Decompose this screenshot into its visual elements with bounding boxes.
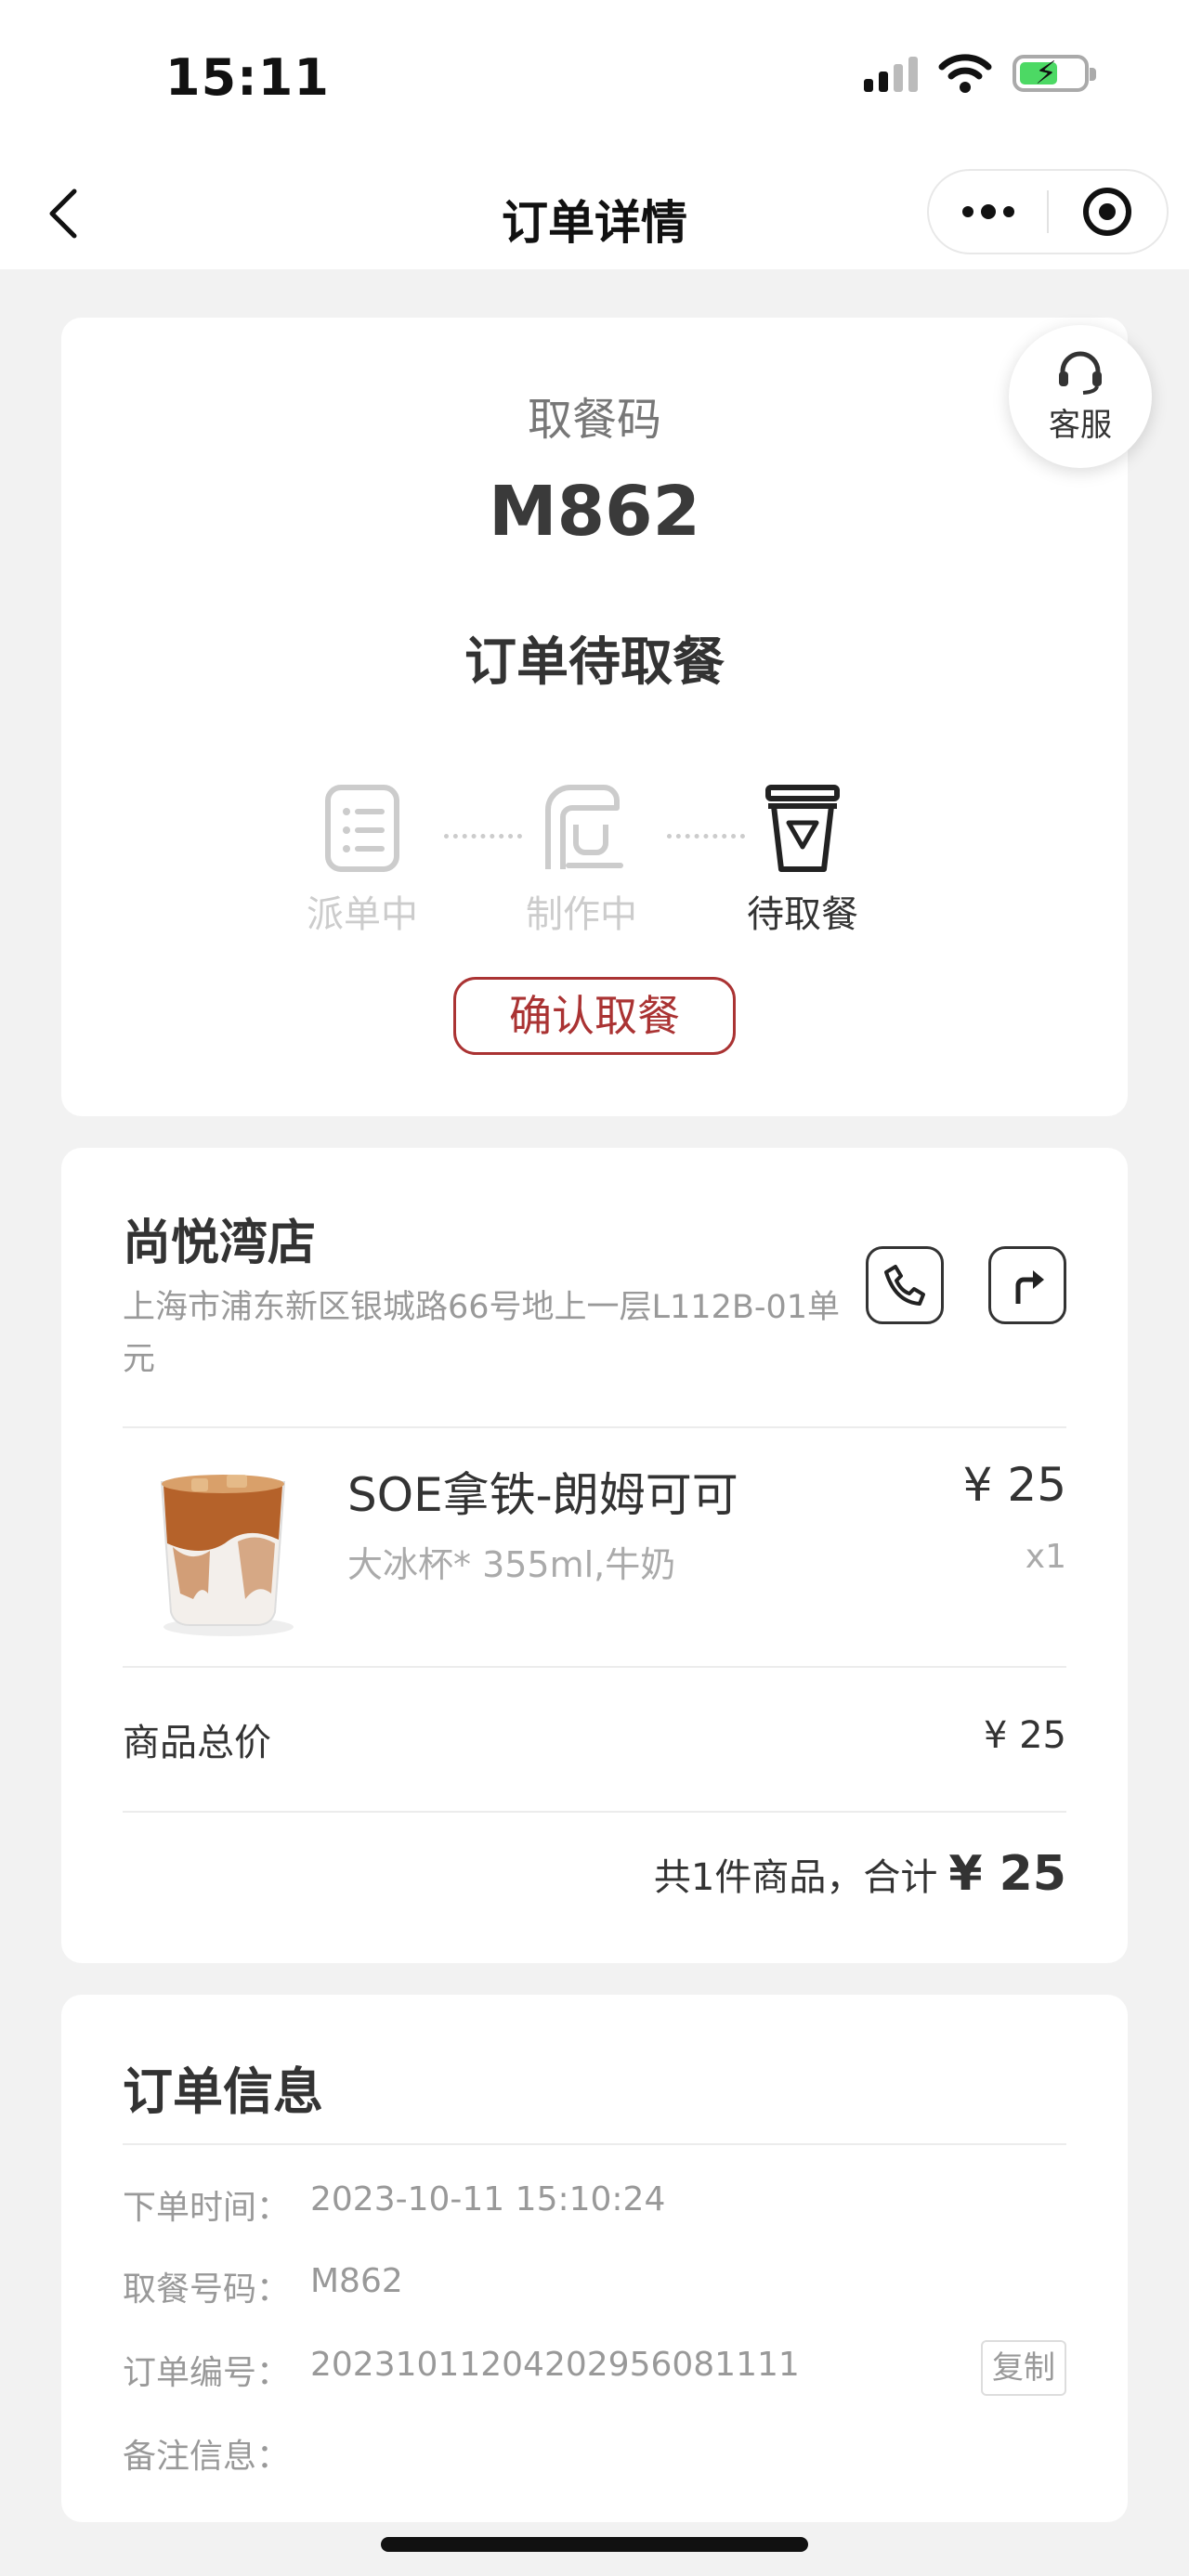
subtotal-label: 商品总价 — [123, 1722, 271, 1764]
navigate-button[interactable] — [988, 1246, 1066, 1324]
home-indicator — [381, 2537, 808, 2552]
info-key: 订单编号： — [123, 2354, 291, 2392]
cup-icon — [765, 785, 840, 872]
directions-icon — [1015, 1270, 1044, 1304]
info-key: 取餐号码： — [123, 2270, 291, 2309]
pickup-code: M862 — [488, 472, 701, 552]
wifi-icon — [938, 54, 992, 93]
mini-program-capsule — [927, 169, 1169, 254]
total-value: ¥ 25 — [948, 1846, 1066, 1902]
step-dispatching: 派单中 — [269, 782, 455, 938]
info-value: M862 — [310, 2262, 403, 2300]
info-value: 2023-10-11 15:10:24 — [310, 2180, 666, 2218]
store-address: 上海市浦东新区银城路66号地上一层L112B-01单元 — [123, 1289, 841, 1378]
product-image — [160, 1475, 294, 1636]
call-store-button[interactable] — [866, 1246, 944, 1324]
more-button[interactable] — [929, 169, 1047, 254]
store-order-card: 尚悦湾店 上海市浦东新区银城路66号地上一层L112B-01单元 SOE拿铁-朗… — [61, 1148, 1128, 1963]
list-icon — [325, 785, 399, 872]
info-key: 下单时间： — [123, 2189, 291, 2227]
order-info-title: 订单信息 — [123, 2062, 323, 2121]
headset-icon — [1059, 351, 1102, 395]
info-key: 备注信息： — [123, 2438, 291, 2476]
status-icons: ⚡ — [864, 54, 1096, 93]
customer-service-label: 客服 — [1049, 406, 1112, 444]
coffee-machine-icon — [545, 785, 623, 869]
status-bar: 15:11 ⚡ — [0, 0, 1189, 158]
product-price: ¥ 25 — [962, 1458, 1066, 1512]
step-label: 派单中 — [307, 893, 418, 936]
step-making: 制作中 — [489, 782, 674, 938]
step-label: 待取餐 — [747, 893, 858, 936]
total-prefix: 共1件商品，合计 — [653, 1856, 938, 1899]
status-time: 15:11 — [165, 48, 330, 107]
cellular-signal-icon — [864, 55, 918, 92]
info-value: 20231011204202956081111 — [310, 2346, 800, 2384]
pickup-code-label: 取餐码 — [527, 394, 661, 446]
store-name: 尚悦湾店 — [123, 1216, 317, 1271]
confirm-pickup-button[interactable]: 确认取餐 — [453, 977, 736, 1055]
product-quantity: x1 — [1025, 1538, 1066, 1576]
battery-icon: ⚡ — [1013, 55, 1096, 92]
subtotal-value: ¥ 25 — [983, 1714, 1066, 1757]
pickup-card: 取餐码 M862 订单待取餐 派单中 制作中 待取餐 确认取餐 — [61, 318, 1128, 1116]
phone-icon — [884, 1265, 925, 1306]
step-label: 制作中 — [526, 893, 637, 936]
product-name: SOE拿铁-朗姆可可 — [347, 1468, 738, 1522]
customer-service-button[interactable]: 客服 — [1009, 325, 1152, 468]
close-mini-program-button[interactable] — [1049, 169, 1167, 254]
nav-bar: 订单详情 — [0, 158, 1189, 269]
order-info-card: 订单信息 下单时间： 2023-10-11 15:10:24 取餐号码： M86… — [61, 1995, 1128, 2522]
copy-order-number-button[interactable]: 复制 — [981, 2340, 1066, 2396]
product-spec: 大冰杯* 355ml,牛奶 — [347, 1544, 676, 1585]
order-status: 订单待取餐 — [464, 632, 725, 693]
step-ready: 待取餐 — [710, 782, 895, 938]
order-total: 共1件商品，合计 ¥ 25 — [654, 1846, 1066, 1902]
target-icon — [1083, 188, 1132, 236]
